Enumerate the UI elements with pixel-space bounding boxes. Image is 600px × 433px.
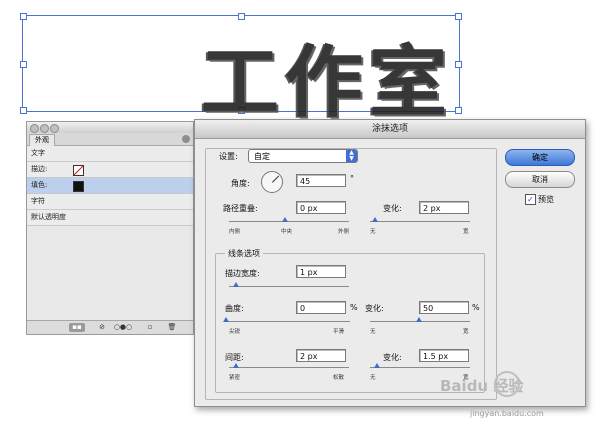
variation2-unit: % bbox=[472, 303, 480, 312]
angle-input[interactable]: 45 bbox=[296, 174, 346, 187]
appearance-panel: 外观 文字 描边: 填色: 字符 默认透明度 ▪▪ ⊘ ○●○ ▫ 🗑 bbox=[26, 121, 194, 335]
new-art-basic-appearance-icon[interactable]: ▪▪ bbox=[69, 323, 85, 332]
variation2-min: 无 bbox=[370, 329, 376, 335]
spacing-max: 松散 bbox=[333, 375, 345, 381]
watermark-url: jingyan.baidu.com bbox=[470, 409, 544, 418]
selection-handle[interactable] bbox=[20, 107, 27, 114]
variation2-label: 变化: bbox=[365, 304, 384, 313]
variation3-input[interactable]: 1.5 px bbox=[419, 349, 469, 362]
path-overlap-min: 内侧 bbox=[229, 229, 241, 235]
selection-handle[interactable] bbox=[20, 61, 27, 68]
stroke-none-swatch-icon[interactable] bbox=[73, 165, 84, 176]
dropdown-arrows-icon: ▲ ▼ bbox=[346, 150, 357, 162]
curviness-max: 平滑 bbox=[333, 329, 345, 335]
appearance-bottom-toolbar: ▪▪ ⊘ ○●○ ▫ 🗑 bbox=[27, 320, 193, 334]
path-overlap-thumb[interactable] bbox=[282, 217, 288, 222]
path-overlap-max: 外侧 bbox=[338, 229, 350, 235]
appearance-row-characters[interactable]: 字符 bbox=[27, 194, 193, 210]
variation2-max: 宽 bbox=[463, 329, 469, 335]
path-overlap-input[interactable]: 0 px bbox=[296, 201, 346, 214]
spacing-label: 间距: bbox=[225, 353, 244, 362]
selection-handle[interactable] bbox=[20, 13, 27, 20]
selection-handle[interactable] bbox=[238, 13, 245, 20]
fill-black-swatch-icon[interactable] bbox=[73, 181, 84, 192]
duplicate-item-icon[interactable]: ▫ bbox=[145, 323, 155, 332]
path-overlap-label: 路径重叠: bbox=[223, 204, 258, 213]
stroke-width-track bbox=[229, 286, 349, 287]
stroke-width-input[interactable]: 1 px bbox=[296, 265, 346, 278]
selection-handle[interactable] bbox=[455, 61, 462, 68]
spacing-input[interactable]: 2 px bbox=[296, 349, 346, 362]
scribble-options-dialog: 涂抹选项 设置: 自定 ▲ ▼ 角度: 45 ° 路径重叠: 0 px 内侧 中央… bbox=[194, 119, 586, 407]
appearance-row-default-transparency[interactable]: 默认透明度 bbox=[27, 210, 193, 226]
settings-label: 设置: bbox=[219, 152, 238, 161]
settings-dropdown[interactable]: 自定 ▲ ▼ bbox=[248, 149, 358, 163]
angle-dial[interactable] bbox=[261, 171, 283, 193]
baidu-watermark: Baidu 经验 jingyan.baidu.com bbox=[440, 371, 544, 418]
variation1-min: 无 bbox=[370, 229, 376, 235]
preview-label: 预览 bbox=[538, 195, 554, 204]
ok-button[interactable]: 确定 bbox=[505, 149, 575, 166]
paw-logo-icon bbox=[494, 371, 520, 397]
close-dot-icon[interactable] bbox=[30, 124, 39, 133]
cancel-button[interactable]: 取消 bbox=[505, 171, 575, 188]
angle-label: 角度: bbox=[231, 179, 250, 188]
variation3-thumb[interactable] bbox=[374, 363, 380, 368]
appearance-row-stroke[interactable]: 描边: bbox=[27, 162, 193, 178]
path-overlap-track bbox=[229, 221, 349, 222]
scribbled-artwork-text: 工作室 bbox=[201, 37, 454, 128]
appearance-row-text[interactable]: 文字 bbox=[27, 146, 193, 162]
curviness-min: 尖锐 bbox=[229, 329, 241, 335]
clear-appearance-icon[interactable]: ⊘ bbox=[97, 323, 107, 332]
tab-appearance[interactable]: 外观 bbox=[29, 134, 55, 146]
angle-unit: ° bbox=[350, 174, 354, 183]
stroke-width-label: 描边宽度: bbox=[225, 269, 260, 278]
dialog-title: 涂抹选项 bbox=[195, 120, 585, 139]
preview-checkbox[interactable]: ✓ bbox=[525, 194, 536, 205]
selection-handle[interactable] bbox=[455, 107, 462, 114]
reduce-basic-appearance-icon[interactable]: ○●○ bbox=[113, 323, 133, 332]
panel-menu-icon[interactable] bbox=[182, 135, 190, 143]
curviness-label: 曲度: bbox=[225, 304, 244, 313]
curviness-thumb[interactable] bbox=[223, 317, 229, 322]
trash-icon[interactable]: 🗑 bbox=[167, 323, 177, 332]
selection-handle[interactable] bbox=[455, 13, 462, 20]
minimize-dot-icon[interactable] bbox=[40, 124, 49, 133]
curviness-unit: % bbox=[350, 303, 358, 312]
path-overlap-mid: 中央 bbox=[281, 229, 293, 235]
variation1-max: 宽 bbox=[463, 229, 469, 235]
variation1-track bbox=[370, 221, 470, 222]
variation2-input[interactable]: 50 bbox=[419, 301, 469, 314]
spacing-track bbox=[229, 367, 349, 368]
artwork-selection-box[interactable]: 工作室 bbox=[20, 13, 462, 128]
variation1-input[interactable]: 2 px bbox=[419, 201, 469, 214]
line-options-label: 线条选项 bbox=[225, 248, 263, 259]
zoom-dot-icon[interactable] bbox=[50, 124, 59, 133]
spacing-thumb[interactable] bbox=[233, 363, 239, 368]
variation1-label: 变化: bbox=[383, 204, 402, 213]
curviness-input[interactable]: 0 bbox=[296, 301, 346, 314]
variation3-min: 无 bbox=[370, 375, 376, 381]
variation3-track bbox=[370, 367, 470, 368]
curviness-track bbox=[226, 321, 350, 322]
variation1-thumb[interactable] bbox=[372, 217, 378, 222]
variation2-thumb[interactable] bbox=[416, 317, 422, 322]
stroke-width-thumb[interactable] bbox=[233, 282, 239, 287]
variation3-label: 变化: bbox=[383, 353, 402, 362]
appearance-row-fill[interactable]: 填色: bbox=[27, 178, 193, 194]
spacing-min: 紧密 bbox=[229, 375, 241, 381]
angle-needle-icon bbox=[272, 175, 280, 183]
panel-titlebar bbox=[27, 122, 193, 133]
